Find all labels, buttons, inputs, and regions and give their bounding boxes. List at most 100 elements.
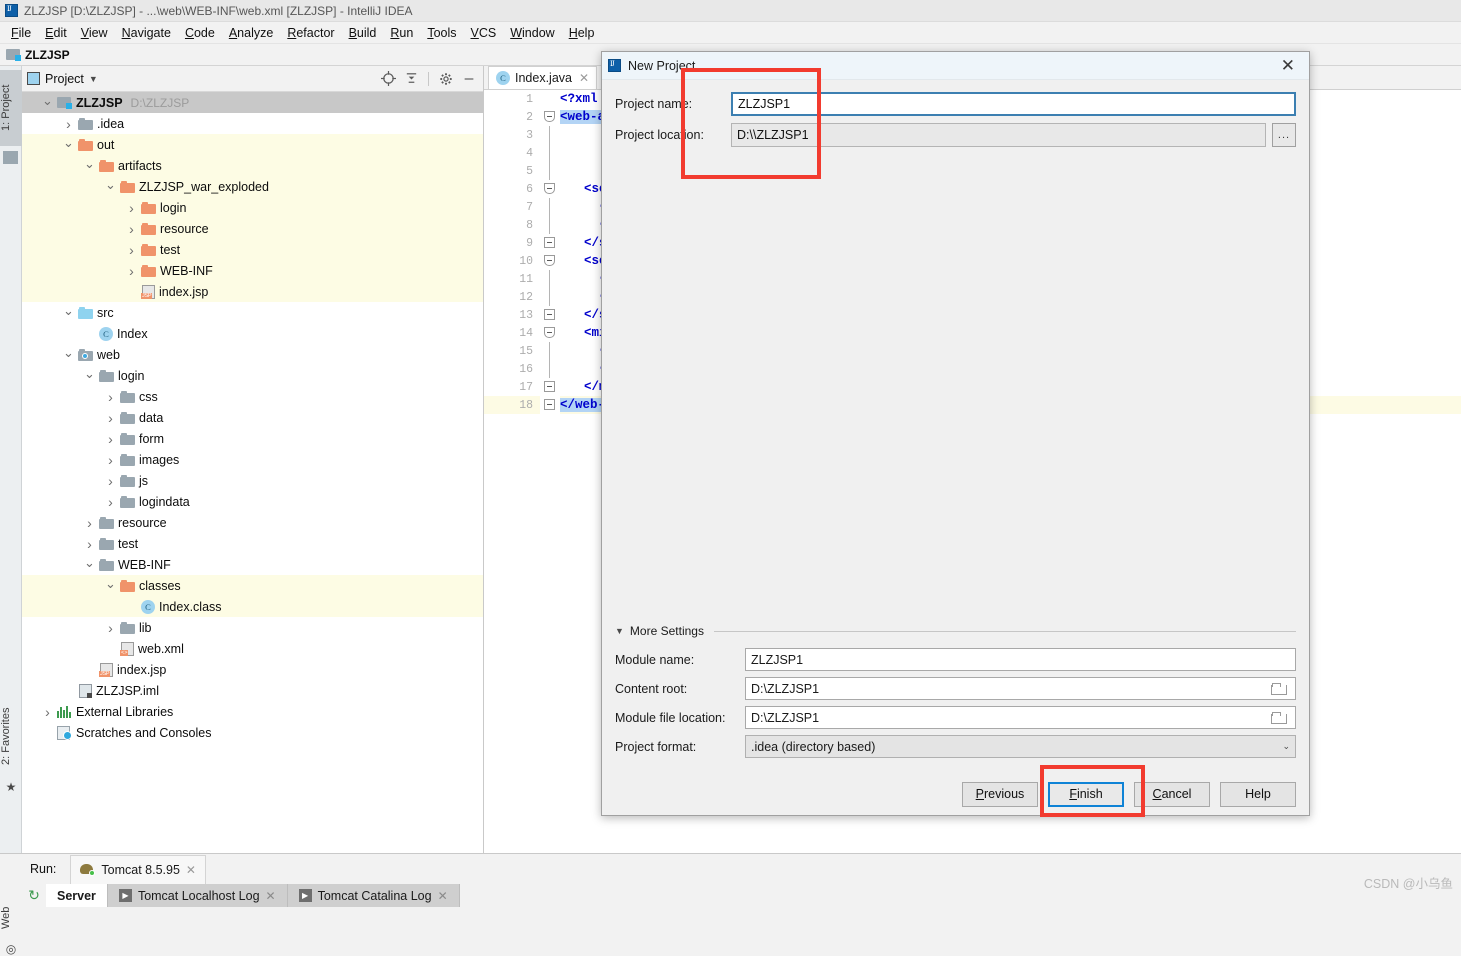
fold-marker-row[interactable] — [540, 360, 560, 378]
fold-marker-row[interactable] — [540, 234, 560, 252]
more-settings-header[interactable]: ▼ More Settings — [615, 624, 1296, 638]
setting-input-module-file-location[interactable]: D:\ZLZJSP1 — [745, 706, 1296, 729]
menu-item-vcs[interactable]: VCS — [464, 24, 504, 42]
tree-node-web-inf[interactable]: ⌄ WEB-INF — [22, 554, 483, 575]
close-icon[interactable]: ✕ — [579, 71, 589, 85]
run-configuration-tab[interactable]: Tomcat 8.5.95 ✕ — [70, 854, 206, 884]
close-icon[interactable]: ✕ — [1273, 57, 1303, 74]
fold-marker-row[interactable] — [540, 378, 560, 396]
fold-marker-row[interactable] — [540, 162, 560, 180]
chevron-right-icon[interactable]: › — [105, 389, 116, 405]
tree-node-zlzjsp[interactable]: ⌄ ZLZJSP D:\ZLZJSP — [22, 92, 483, 113]
chevron-right-icon[interactable]: › — [84, 536, 95, 552]
chevron-right-icon[interactable]: › — [63, 116, 74, 132]
gear-icon[interactable] — [437, 70, 455, 88]
tree-node-out[interactable]: ⌄ out — [22, 134, 483, 155]
project-tree[interactable]: ⌄ ZLZJSP D:\ZLZJSP › .idea ⌄ out ⌄ artifacts ⌄ ZLZ… — [22, 92, 483, 853]
breadcrumb-project[interactable]: ZLZJSP — [25, 48, 70, 62]
tree-node-src[interactable]: ⌄ src — [22, 302, 483, 323]
collapse-all-icon[interactable] — [402, 70, 420, 88]
tree-node-index[interactable]: C Index — [22, 323, 483, 344]
chevron-right-icon[interactable]: › — [84, 515, 95, 531]
fold-marker-row[interactable] — [540, 198, 560, 216]
chevron-down-icon[interactable]: ⌄ — [105, 576, 116, 591]
chevron-right-icon[interactable]: › — [105, 473, 116, 489]
menu-item-navigate[interactable]: Navigate — [115, 24, 178, 42]
fold-marker-row[interactable] — [540, 108, 560, 126]
browse-folder-icon[interactable] — [1271, 711, 1288, 725]
menu-item-build[interactable]: Build — [342, 24, 384, 42]
tree-node-test[interactable]: › test — [22, 533, 483, 554]
tree-node-login[interactable]: ⌄ login — [22, 365, 483, 386]
menu-item-help[interactable]: Help — [562, 24, 602, 42]
tree-node-data[interactable]: › data — [22, 407, 483, 428]
chevron-down-icon[interactable]: ⌄ — [84, 156, 95, 171]
chevron-down-icon[interactable]: ⌄ — [84, 555, 95, 570]
chevron-down-icon[interactable]: ▼ — [89, 74, 98, 84]
menu-item-refactor[interactable]: Refactor — [280, 24, 341, 42]
chevron-down-icon[interactable]: ⌄ — [105, 177, 116, 192]
cancel-button[interactable]: Cancel — [1134, 781, 1210, 807]
tree-node-classes[interactable]: ⌄ classes — [22, 575, 483, 596]
tree-node-zlzjsp-iml[interactable]: ZLZJSP.iml — [22, 680, 483, 701]
chevron-right-icon[interactable]: › — [126, 242, 137, 258]
fold-collapse-icon[interactable] — [544, 399, 555, 410]
tool-window-tab-project[interactable]: 1: Project — [0, 70, 22, 146]
fold-marker-row[interactable] — [540, 216, 560, 234]
tree-node-web-xml[interactable]: web.xml — [22, 638, 483, 659]
menu-item-run[interactable]: Run — [383, 24, 420, 42]
tree-node--idea[interactable]: › .idea — [22, 113, 483, 134]
fold-collapse-icon[interactable] — [544, 381, 555, 392]
tree-node-test[interactable]: › test — [22, 239, 483, 260]
editor-tab-index-java[interactable]: C Index.java ✕ — [488, 66, 598, 89]
menu-item-window[interactable]: Window — [503, 24, 561, 42]
finish-button[interactable]: Finish — [1048, 781, 1124, 807]
tree-node-scratches-and-consoles[interactable]: Scratches and Consoles — [22, 722, 483, 743]
tree-node-zlzjsp-war-exploded[interactable]: ⌄ ZLZJSP_war_exploded — [22, 176, 483, 197]
chevron-down-icon[interactable]: ⌄ — [63, 303, 74, 318]
chevron-down-icon[interactable]: ⌄ — [84, 366, 95, 381]
triangle-down-icon[interactable]: ▼ — [615, 626, 624, 636]
fold-marker-row[interactable] — [540, 270, 560, 288]
tree-node-external-libraries[interactable]: › External Libraries — [22, 701, 483, 722]
previous-button[interactable]: Previous — [962, 781, 1038, 807]
fold-marker-row[interactable] — [540, 396, 560, 414]
tree-node-index-class[interactable]: C Index.class — [22, 596, 483, 617]
menu-item-tools[interactable]: Tools — [420, 24, 463, 42]
fold-marker-row[interactable] — [540, 342, 560, 360]
fold-collapse-icon[interactable] — [544, 255, 555, 266]
browse-folder-icon[interactable] — [1271, 682, 1288, 696]
fold-collapse-icon[interactable] — [544, 309, 555, 320]
chevron-down-icon[interactable]: ⌄ — [42, 93, 53, 108]
fold-collapse-icon[interactable] — [544, 183, 555, 194]
chevron-right-icon[interactable]: › — [126, 263, 137, 279]
fold-marker-row[interactable] — [540, 306, 560, 324]
browse-folder-button[interactable]: ... — [1272, 122, 1296, 147]
chevron-right-icon[interactable]: › — [105, 494, 116, 510]
tree-node-form[interactable]: › form — [22, 428, 483, 449]
tree-node-web[interactable]: ⌄ web — [22, 344, 483, 365]
tree-node-logindata[interactable]: › logindata — [22, 491, 483, 512]
setting-input-project-format[interactable]: .idea (directory based) ⌄ — [745, 735, 1296, 758]
tree-node-web-inf[interactable]: › WEB-INF — [22, 260, 483, 281]
fold-marker-row[interactable] — [540, 180, 560, 198]
fold-marker-row[interactable] — [540, 288, 560, 306]
menu-item-file[interactable]: File — [4, 24, 38, 42]
chevron-right-icon[interactable]: › — [105, 620, 116, 636]
chevron-right-icon[interactable]: › — [126, 200, 137, 216]
locate-target-icon[interactable] — [379, 70, 397, 88]
close-icon[interactable]: ✕ — [186, 863, 196, 877]
tree-node-index-jsp[interactable]: index.jsp — [22, 659, 483, 680]
help-button[interactable]: Help — [1220, 781, 1296, 807]
tree-node-js[interactable]: › js — [22, 470, 483, 491]
menu-item-analyze[interactable]: Analyze — [222, 24, 280, 42]
tree-node-resource[interactable]: › resource — [22, 512, 483, 533]
chevron-right-icon[interactable]: › — [105, 410, 116, 426]
setting-input-module-name[interactable]: ZLZJSP1 — [745, 648, 1296, 671]
tool-window-tab-favorites[interactable]: 2: Favorites — [0, 694, 22, 778]
chevron-right-icon[interactable]: › — [105, 452, 116, 468]
tree-node-artifacts[interactable]: ⌄ artifacts — [22, 155, 483, 176]
editor-fold-column[interactable] — [540, 90, 560, 853]
tree-node-index-jsp[interactable]: index.jsp — [22, 281, 483, 302]
chevron-right-icon[interactable]: › — [42, 704, 53, 720]
